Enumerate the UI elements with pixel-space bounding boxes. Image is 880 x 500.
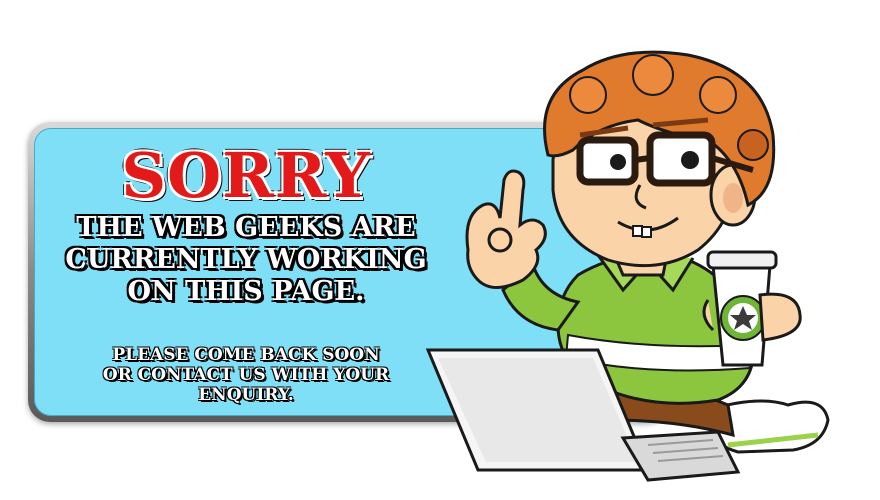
contact-line-1: PLEASE COME BACK SOON [112,345,380,365]
contact-line-3: ENQUIRY. [198,385,294,405]
sorry-title: SORRY [121,139,371,212]
message-line-2: CURRENTLY WORKING [65,244,427,275]
contact-message: PLEASE COME BACK SOON OR CONTACT US WITH… [30,345,462,405]
contact-line-2: OR CONTACT US WITH YOUR [102,365,390,385]
message-line-1: THE WEB GEEKS ARE [76,212,416,243]
message-line-3: ON THIS PAGE. [127,276,365,307]
maintenance-message: THE WEB GEEKS ARE CURRENTLY WORKING ON T… [30,212,462,308]
geek-mascot-icon [425,50,830,482]
